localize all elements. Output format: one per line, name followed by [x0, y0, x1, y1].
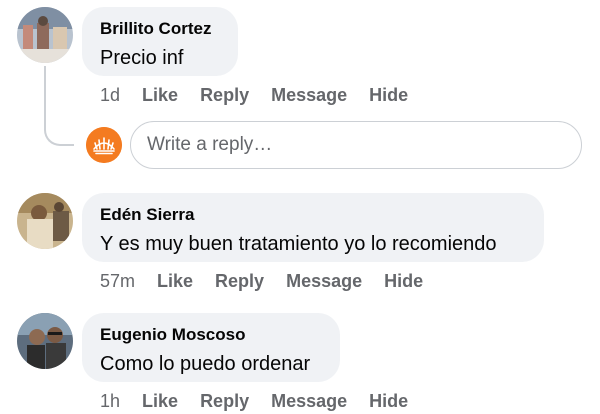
comment-actions: 1h Like Reply Message Hide: [100, 390, 408, 412]
like-button[interactable]: Like: [142, 390, 178, 412]
like-button[interactable]: Like: [142, 84, 178, 106]
commenter-avatar[interactable]: [17, 7, 73, 63]
commenter-avatar[interactable]: [17, 313, 73, 369]
reply-button[interactable]: Reply: [215, 270, 264, 292]
user-avatar-photo-icon: [17, 313, 73, 369]
thread-connector-line: [44, 66, 74, 146]
like-button[interactable]: Like: [157, 270, 193, 292]
reply-button[interactable]: Reply: [200, 84, 249, 106]
comment-text: Como lo puedo ordenar: [100, 353, 311, 375]
message-button[interactable]: Message: [271, 84, 347, 106]
reply-author-avatar: [86, 127, 122, 163]
commenter-avatar[interactable]: [17, 193, 73, 249]
comment-text: Precio inf: [100, 47, 184, 69]
comment-timestamp[interactable]: 1h: [100, 390, 120, 412]
comment-bubble: Edén Sierra Y es muy buen tratamiento yo…: [82, 193, 544, 262]
hide-button[interactable]: Hide: [369, 390, 408, 412]
reply-button[interactable]: Reply: [200, 390, 249, 412]
message-button[interactable]: Message: [271, 390, 347, 412]
user-avatar-photo-icon: [17, 7, 73, 63]
comment-author[interactable]: Brillito Cortez: [100, 19, 220, 39]
reply-input[interactable]: [130, 121, 582, 169]
comment-bubble: Eugenio Moscoso Como lo puedo ordenar: [82, 313, 340, 382]
hide-button[interactable]: Hide: [369, 84, 408, 106]
comment-text: Y es muy buen tratamiento yo lo recomien…: [100, 233, 497, 255]
comment-timestamp[interactable]: 57m: [100, 270, 135, 292]
comment-author[interactable]: Eugenio Moscoso: [100, 325, 322, 345]
comment-author[interactable]: Edén Sierra: [100, 205, 526, 225]
page-logo-icon: [86, 127, 122, 163]
hide-button[interactable]: Hide: [384, 270, 423, 292]
comment-timestamp[interactable]: 1d: [100, 84, 120, 106]
user-avatar-photo-icon: [17, 193, 73, 249]
message-button[interactable]: Message: [286, 270, 362, 292]
comment-actions: 57m Like Reply Message Hide: [100, 270, 423, 292]
comment-actions: 1d Like Reply Message Hide: [100, 84, 408, 106]
comment-bubble: Brillito Cortez Precio inf: [82, 7, 238, 76]
